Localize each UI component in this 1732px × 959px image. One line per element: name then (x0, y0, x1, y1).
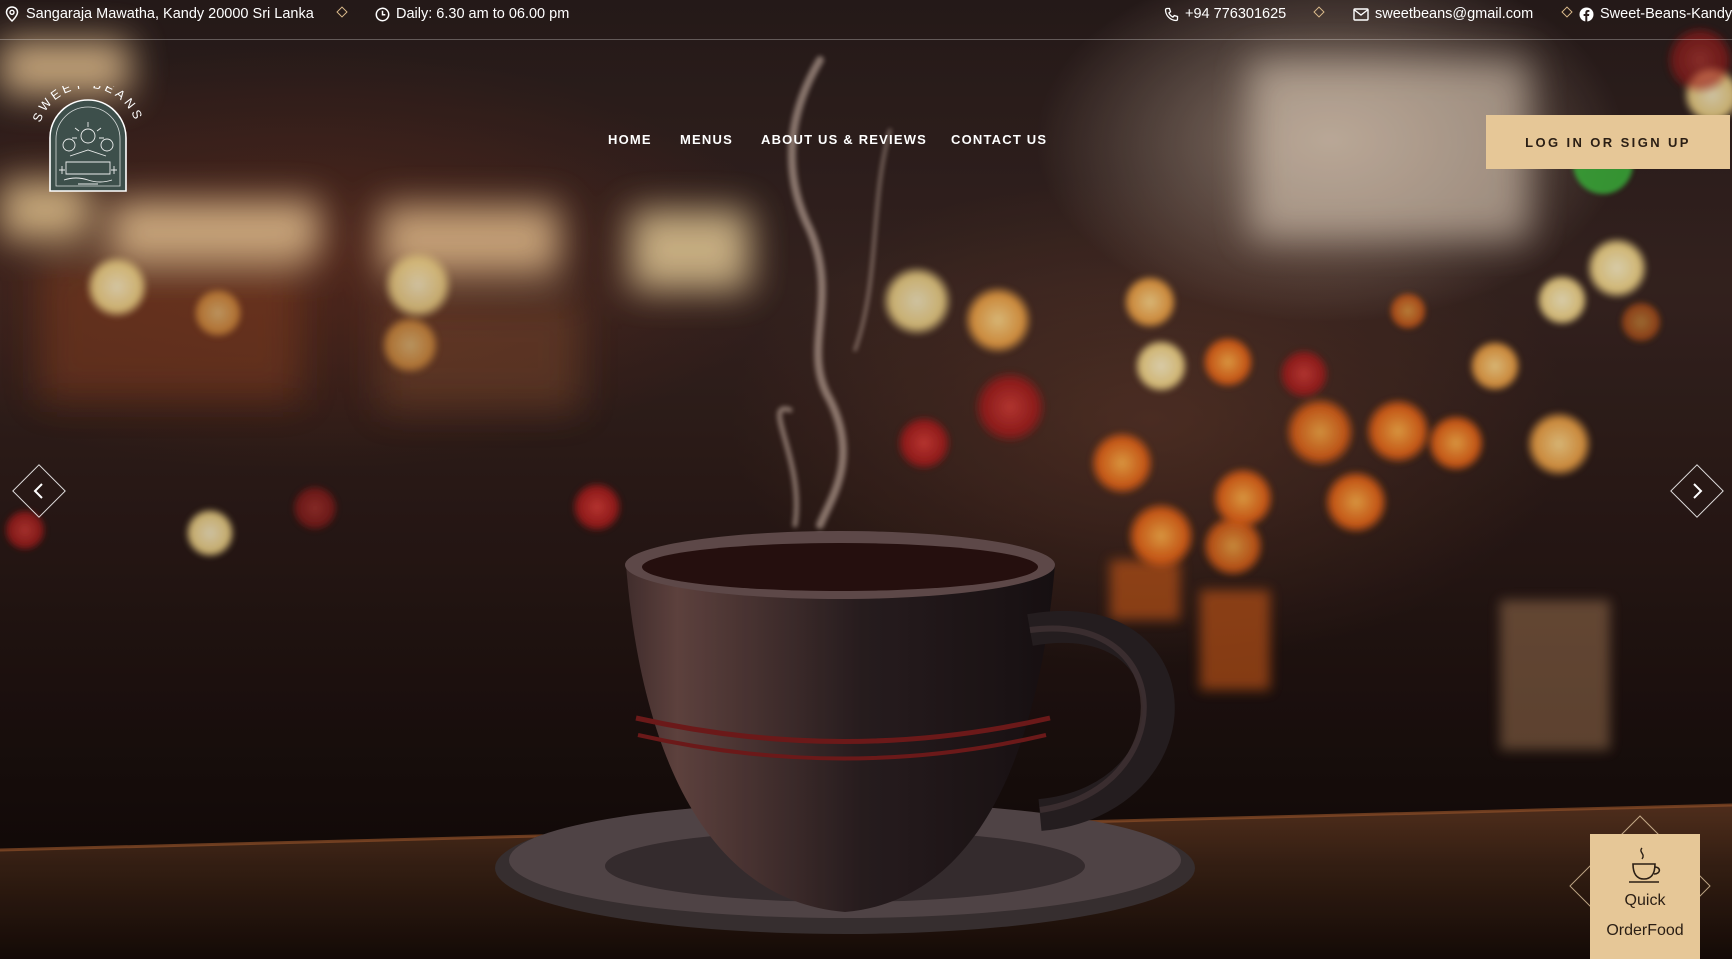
map-pin-icon (4, 6, 20, 22)
address-text: Sangaraja Mawatha, Kandy 20000 Sri Lanka (26, 6, 314, 22)
coffee-cup-icon (1627, 846, 1663, 886)
hours-item: Daily: 6.30 am to 06.00 pm (374, 4, 569, 24)
phone-icon (1163, 6, 1179, 22)
main-nav: HOME MENUS ABOUT US & REVIEWS CONTACT US (0, 132, 1732, 150)
nav-about-reviews[interactable]: ABOUT US & REVIEWS (761, 132, 927, 147)
hours-text: Daily: 6.30 am to 06.00 pm (396, 6, 570, 22)
quick-order-label-line2: OrderFood (1606, 922, 1684, 939)
email-item[interactable]: sweetbeans@gmail.com (1353, 4, 1533, 24)
phone-text: +94 776301625 (1185, 6, 1287, 22)
clock-icon (374, 6, 390, 22)
nav-menus[interactable]: MENUS (680, 132, 733, 147)
slider-prev-button[interactable] (8, 460, 70, 522)
quick-order-widget: Quick OrderFood (1566, 812, 1732, 959)
top-info-bar: Sangaraja Mawatha, Kandy 20000 Sri Lanka… (0, 0, 1732, 40)
mail-icon (1353, 6, 1369, 22)
address-item[interactable]: Sangaraja Mawatha, Kandy 20000 Sri Lanka (4, 4, 314, 24)
facebook-icon (1578, 6, 1594, 22)
chevron-right-icon (1666, 460, 1728, 522)
login-signup-button[interactable]: LOG IN OR SIGN UP (1486, 115, 1730, 169)
nav-home[interactable]: HOME (608, 132, 652, 147)
separator-diamond-icon (336, 6, 348, 18)
nav-contact[interactable]: CONTACT US (951, 132, 1047, 147)
phone-item[interactable]: +94 776301625 (1163, 4, 1286, 24)
page: Sangaraja Mawatha, Kandy 20000 Sri Lanka… (0, 0, 1732, 959)
separator-diamond-icon (1313, 6, 1325, 18)
slider-next-button[interactable] (1666, 460, 1728, 522)
facebook-item[interactable]: Sweet-Beans-Kandy (1578, 4, 1732, 24)
separator-diamond-icon (1561, 6, 1573, 18)
facebook-text: Sweet-Beans-Kandy (1600, 6, 1732, 22)
quick-order-button[interactable]: Quick OrderFood (1590, 834, 1700, 959)
quick-order-label-line1: Quick (1624, 892, 1666, 909)
chevron-left-icon (8, 460, 70, 522)
email-text: sweetbeans@gmail.com (1375, 6, 1534, 22)
